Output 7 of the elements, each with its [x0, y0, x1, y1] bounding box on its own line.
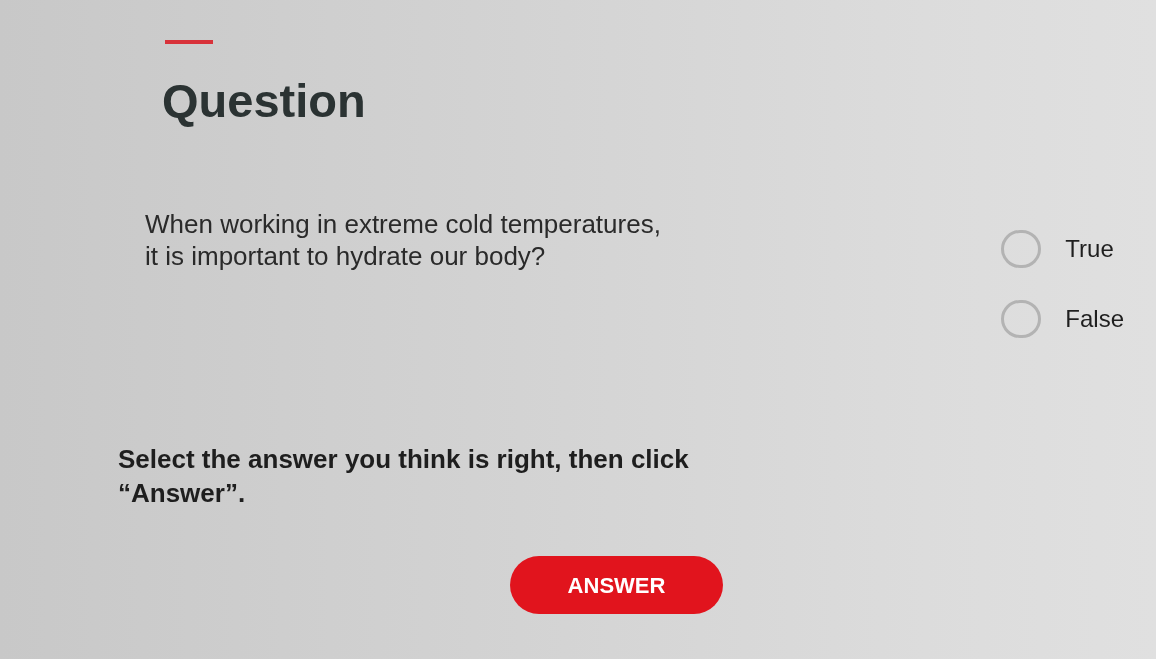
answer-option[interactable]: True [1001, 230, 1124, 268]
question-title: Question [162, 74, 366, 128]
answer-button[interactable]: ANSWER [510, 556, 723, 614]
instruction-text: Select the answer you think is right, then click “Answer”. [118, 443, 689, 510]
question-text: When working in extreme cold temperatures, it is important to hydrate our body? [145, 208, 661, 272]
accent-bar [165, 40, 213, 44]
answer-option[interactable]: False [1001, 300, 1124, 338]
